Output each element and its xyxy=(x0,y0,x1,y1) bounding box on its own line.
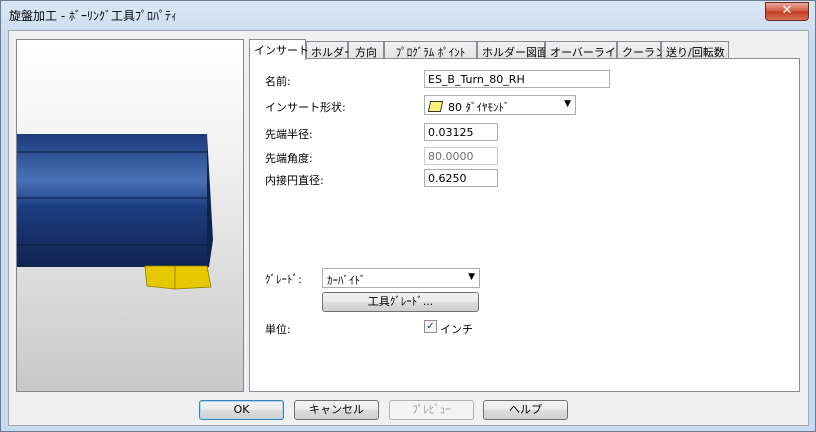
dialog-window: 旋盤加工 - ﾎﾞｰﾘﾝｸﾞ工具ﾌﾟﾛﾊﾟﾃｨ ✕ インサート ホルダー 方向 … xyxy=(0,0,816,432)
holder-body xyxy=(17,134,207,267)
insert-shape-dropdown[interactable]: 80 ﾀﾞｲﾔﾓﾝﾄﾞ ▼ xyxy=(424,95,576,115)
name-label: 名前: xyxy=(265,75,291,88)
grade-label: ｸﾞﾚｰﾄﾞ: xyxy=(265,273,302,286)
tab-holder[interactable]: ホルダー xyxy=(306,41,355,59)
cancel-button[interactable]: キャンセル xyxy=(294,400,379,420)
tab-insert[interactable]: インサート xyxy=(249,39,309,60)
title-bar[interactable]: 旋盤加工 - ﾎﾞｰﾘﾝｸﾞ工具ﾌﾟﾛﾊﾟﾃｨ ✕ xyxy=(1,1,815,29)
tab-override[interactable]: オーバーライド xyxy=(545,41,627,59)
preview-button: ﾌﾟﾚﾋﾞｭｰ xyxy=(389,400,474,420)
tool-preview xyxy=(16,39,244,392)
insert-shape-value: 80 ﾀﾞｲﾔﾓﾝﾄﾞ xyxy=(448,101,510,114)
chevron-down-icon: ▼ xyxy=(468,272,475,282)
diamond-shape-icon xyxy=(427,101,444,112)
tip-radius-label: 先端半径: xyxy=(265,128,313,141)
name-field[interactable]: ES_B_Turn_80_RH xyxy=(424,70,610,88)
insert-shape-label: インサート形状: xyxy=(265,101,346,114)
help-button[interactable]: ヘルプ xyxy=(483,400,568,420)
boring-bar-graphic xyxy=(17,134,213,290)
insert-shape xyxy=(144,265,212,290)
dialog-body: インサート ホルダー 方向 ﾌﾟﾛｸﾞﾗﾑ ﾎﾟｲﾝﾄ ホルダー図面 オーバーラ… xyxy=(8,30,809,426)
tab-coolant[interactable]: クーラント xyxy=(617,41,677,59)
tip-angle-label: 先端角度: xyxy=(265,152,313,165)
grade-value: ｶｰﾊﾞｲﾄﾞ xyxy=(327,274,366,287)
inch-checkbox[interactable]: ✓ xyxy=(424,320,437,333)
inscribed-circle-label: 内接円直径: xyxy=(265,174,324,187)
ok-button[interactable]: OK xyxy=(199,400,284,420)
insert-tab-panel: 名前: ES_B_Turn_80_RH インサート形状: 80 ﾀﾞｲﾔﾓﾝﾄﾞ… xyxy=(249,58,800,392)
chevron-down-icon: ▼ xyxy=(564,99,571,109)
tab-direction[interactable]: 方向 xyxy=(348,41,384,59)
tab-program-point[interactable]: ﾌﾟﾛｸﾞﾗﾑ ﾎﾟｲﾝﾄ xyxy=(384,41,477,59)
inch-checkbox-label: インチ xyxy=(440,323,473,336)
window-title: 旋盤加工 - ﾎﾞｰﾘﾝｸﾞ工具ﾌﾟﾛﾊﾟﾃｨ xyxy=(9,9,177,23)
inscribed-circle-field[interactable]: 0.6250 xyxy=(424,169,498,187)
tab-feed-speed[interactable]: 送り/回転数 xyxy=(661,41,729,59)
close-button[interactable]: ✕ xyxy=(765,2,809,21)
unit-label: 単位: xyxy=(265,323,291,336)
tool-grade-button[interactable]: 工具ｸﾞﾚｰﾄﾞ... xyxy=(322,292,479,312)
tip-angle-field: 80.0000 xyxy=(424,147,498,165)
grade-dropdown[interactable]: ｶｰﾊﾞｲﾄﾞ ▼ xyxy=(322,268,480,288)
tip-radius-field[interactable]: 0.03125 xyxy=(424,123,498,141)
tab-holder-drawing[interactable]: ホルダー図面 xyxy=(477,41,548,59)
